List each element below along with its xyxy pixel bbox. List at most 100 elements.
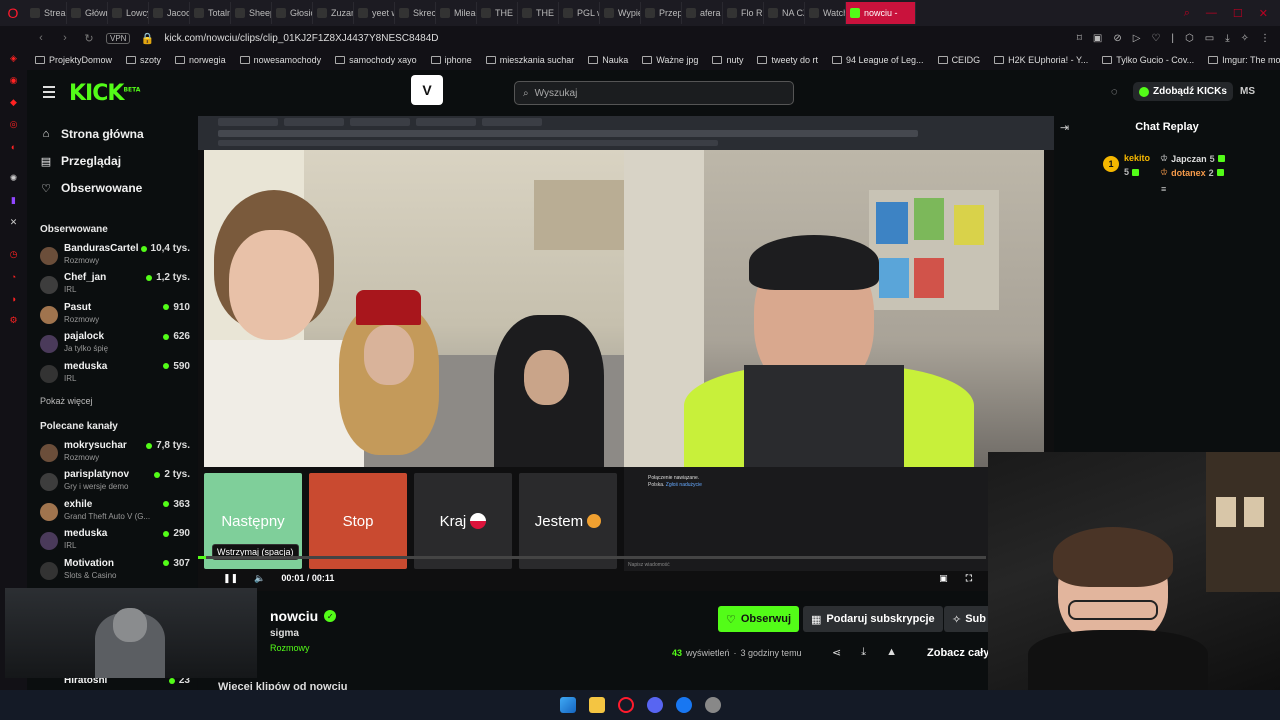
bookmark-item[interactable]: Tylko Gucio - Cov... bbox=[1102, 55, 1194, 65]
vk-icon[interactable]: ◐ bbox=[7, 140, 20, 153]
gifter-name[interactable]: kekito bbox=[1124, 153, 1150, 163]
browser-tab[interactable]: Głosic bbox=[272, 2, 313, 24]
aria-icon[interactable]: ✧ bbox=[1241, 33, 1249, 44]
wallet-icon[interactable]: ▭ bbox=[1205, 33, 1214, 44]
opera-taskbar-icon[interactable] bbox=[617, 697, 634, 713]
minimize-icon[interactable]: — bbox=[1206, 7, 1217, 20]
progress-bar[interactable] bbox=[198, 556, 986, 559]
subscribe-button[interactable]: ✧ Sub bbox=[944, 606, 988, 632]
browser-tab[interactable]: Przep bbox=[641, 2, 682, 24]
category-link[interactable]: Rozmowy bbox=[270, 643, 310, 653]
browser-tab[interactable]: PGL w bbox=[559, 2, 600, 24]
download-icon[interactable]: ⤓ bbox=[1225, 33, 1229, 44]
browser-tab[interactable]: Stream bbox=[26, 2, 67, 24]
get-kicks-button[interactable]: Zdobądź KICKs bbox=[1133, 82, 1233, 101]
bookmark-item[interactable]: CEIDG bbox=[937, 55, 980, 65]
settings-icon[interactable]: ⚙ bbox=[7, 314, 20, 327]
download-icon[interactable]: ⤓ bbox=[861, 646, 866, 659]
sidebar-channel[interactable]: meduska IRL 590 bbox=[40, 361, 190, 389]
browser-tab[interactable]: Główn bbox=[67, 2, 108, 24]
report-icon[interactable]: ▲ bbox=[886, 646, 897, 659]
browser-tab[interactable]: Totaln bbox=[190, 2, 231, 24]
bookmark-item[interactable]: iphone bbox=[430, 55, 472, 65]
country-button[interactable]: Kraj bbox=[414, 473, 512, 569]
gender-button[interactable]: Jestem bbox=[519, 473, 617, 569]
nav-browse[interactable]: ▤ Przeglądaj bbox=[40, 154, 121, 168]
pause-icon[interactable]: ❚❚ bbox=[223, 573, 238, 584]
browser-tab[interactable]: NA CZ bbox=[764, 2, 805, 24]
reload-icon[interactable]: ↻ bbox=[82, 32, 96, 45]
sidebar-channel[interactable]: meduska IRL 290 bbox=[40, 528, 190, 556]
browser-tab[interactable]: nowciu - bbox=[846, 2, 916, 24]
player-icon[interactable]: ▷ bbox=[1133, 33, 1141, 44]
sidebar-channel[interactable]: parisplatynov Gry i wersje demo 2 tys. bbox=[40, 469, 190, 497]
sidebar-channel[interactable]: pajalock Ja tylko śpię 626 bbox=[40, 331, 190, 359]
search-tabs-icon[interactable]: ⌕ bbox=[1184, 7, 1190, 20]
show-more-link[interactable]: Pokaż więcej bbox=[40, 396, 93, 406]
clip-video-player[interactable]: Następny Stop Kraj Jestem Połączenie naw… bbox=[198, 116, 1054, 591]
chatgpt-icon[interactable]: ✺ bbox=[7, 172, 20, 185]
bookmark-item[interactable]: nuty bbox=[712, 55, 743, 65]
menu-icon[interactable]: ⋮ bbox=[1260, 33, 1270, 44]
stop-button[interactable]: Stop bbox=[309, 473, 407, 569]
clock-icon[interactable]: ◷ bbox=[7, 248, 20, 261]
url-field[interactable]: kick.com/nowciu/clips/clip_01KJ2F1Z8XJ44… bbox=[164, 33, 438, 44]
search-input[interactable]: ⌕ Wyszukaj bbox=[514, 81, 794, 105]
bookmark-item[interactable]: 94 League of Leg... bbox=[831, 55, 924, 65]
sidebar-channel[interactable]: Chef_jan IRL 1,2 tys. bbox=[40, 272, 190, 300]
extensions-icon[interactable]: ⬡ bbox=[1185, 33, 1194, 44]
browser-tab[interactable]: Jacoo bbox=[149, 2, 190, 24]
facebook-icon[interactable] bbox=[675, 697, 692, 713]
bookmark-item[interactable]: mieszkania suchar bbox=[485, 55, 574, 65]
browser-tab[interactable]: THE bbox=[518, 2, 559, 24]
messenger-icon[interactable]: ◈ bbox=[7, 52, 20, 65]
expand-list-icon[interactable]: ≡ bbox=[1161, 184, 1166, 194]
sidebar-channel[interactable]: mokrysuchar Rozmowy 7,8 tys. bbox=[40, 440, 190, 468]
browser-tab[interactable]: Sheep bbox=[231, 2, 272, 24]
browser-tab[interactable]: Zuzan bbox=[313, 2, 354, 24]
bookmark-item[interactable]: tweety do rt bbox=[757, 55, 818, 65]
adblock-icon[interactable]: ⊘ bbox=[1113, 33, 1121, 44]
bookmark-item[interactable]: H2K EUphoria! - Y... bbox=[994, 55, 1088, 65]
x-icon[interactable]: ✕ bbox=[7, 216, 20, 229]
browser-tab[interactable]: afera k bbox=[682, 2, 723, 24]
opera-logo-icon[interactable]: O bbox=[0, 0, 26, 26]
browser-tab[interactable]: Wypie bbox=[600, 2, 641, 24]
browser-tab[interactable]: Skrec bbox=[395, 2, 436, 24]
sidebar-channel[interactable]: BandurasCartel Rozmowy 10,4 tys. bbox=[40, 243, 190, 271]
windows-start-icon[interactable] bbox=[559, 697, 576, 713]
sidebar-channel[interactable]: Pasut Rozmowy 910 bbox=[40, 302, 190, 330]
theater-mode-icon[interactable]: ▣ bbox=[939, 573, 948, 584]
recipient-japczan[interactable]: ♔ Japczan 5 bbox=[1160, 153, 1225, 164]
see-full-button[interactable]: Zobacz cały bbox=[927, 647, 989, 659]
vpn-badge[interactable]: VPN bbox=[106, 32, 131, 44]
recipient-dotanex[interactable]: ♔ dotanex 2 bbox=[1160, 167, 1224, 178]
back-icon[interactable]: ‹ bbox=[34, 32, 48, 44]
instagram-icon[interactable]: ◎ bbox=[7, 118, 20, 131]
hamburger-menu-icon[interactable] bbox=[43, 86, 55, 101]
telegram-icon[interactable]: ◆ bbox=[7, 96, 20, 109]
bookmark-item[interactable]: Nauka bbox=[588, 55, 628, 65]
browser-tab[interactable]: yeet w bbox=[354, 2, 395, 24]
gift-subs-button[interactable]: ▦ Podaruj subskrypcje bbox=[803, 606, 943, 632]
nav-home[interactable]: ⌂ Strona główna bbox=[40, 127, 144, 141]
kick-logo[interactable]: KICKBETA bbox=[69, 81, 140, 106]
bookmark-item[interactable]: Ważne jpg bbox=[642, 55, 698, 65]
browser-tab[interactable]: Lowcy bbox=[108, 2, 149, 24]
sidebar-channel[interactable]: exhile Grand Theft Auto V (G... 363 bbox=[40, 499, 190, 527]
bookmark-icon[interactable]: ⌑ bbox=[1077, 33, 1082, 44]
bookmark-item[interactable]: ProjektyDomow bbox=[35, 55, 112, 65]
user-avatar[interactable]: MS bbox=[1240, 86, 1255, 97]
whatsapp-icon[interactable]: ◉ bbox=[7, 74, 20, 87]
share-icon[interactable]: ⋖ bbox=[832, 646, 841, 659]
bookmark-item[interactable]: samochody xayo bbox=[335, 55, 417, 65]
bookmark-item[interactable]: nowesamochody bbox=[239, 55, 321, 65]
discord-icon[interactable] bbox=[646, 697, 663, 713]
volume-icon[interactable]: 🔈 bbox=[254, 573, 265, 584]
browser-tab[interactable]: THE bbox=[477, 2, 518, 24]
fullscreen-icon[interactable]: ⛶ bbox=[966, 573, 972, 584]
twitch-icon[interactable]: ▮ bbox=[7, 194, 20, 207]
heart-icon[interactable]: ♡ bbox=[1151, 33, 1160, 44]
file-explorer-icon[interactable] bbox=[588, 697, 605, 713]
app-icon[interactable] bbox=[704, 697, 721, 713]
